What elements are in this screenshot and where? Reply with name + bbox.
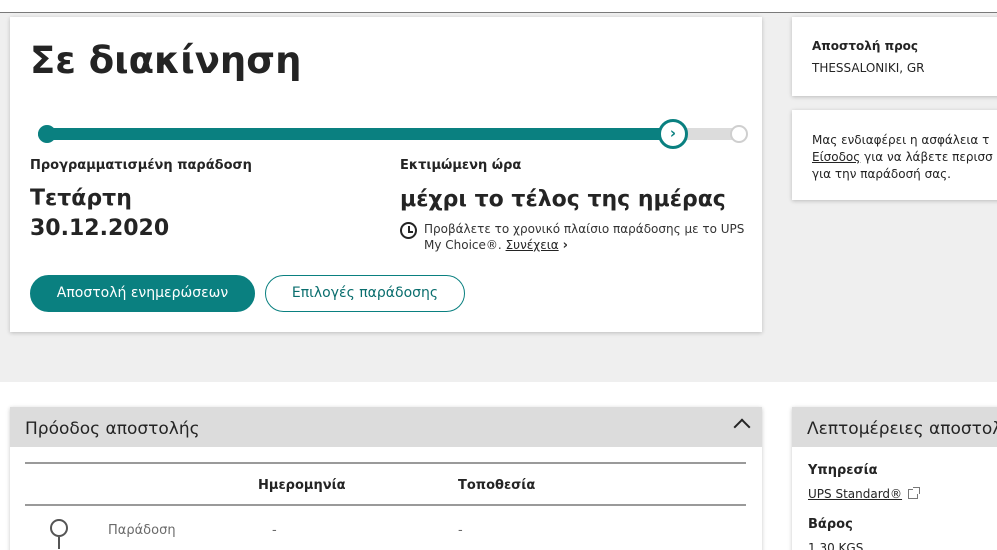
table-row-status: Παράδοση: [108, 523, 176, 538]
delivery-options-button[interactable]: Επιλογές παράδοσης: [265, 275, 465, 312]
progress-end-dot: [730, 125, 748, 143]
security-line-2-text: για να λάβετε περισσ: [860, 150, 993, 164]
progress-start-dot: [38, 125, 56, 143]
shipment-details-card: Λεπτομέρειες αποστολή Υπηρεσία UPS Stand…: [792, 407, 997, 550]
table-row-date: -: [272, 523, 277, 538]
shipment-details-title: Λεπτομέρειες αποστολή: [807, 419, 997, 439]
security-notice-card: Μας ενδιαφέρει η ασφάλεια τ Είσοδος για …: [792, 110, 997, 200]
security-line-3: για την παράδοσή σας.: [812, 167, 951, 181]
security-line-2: Είσοδος για να λάβετε περισσ: [812, 149, 993, 165]
table-header-rule: [25, 504, 746, 506]
scheduled-delivery-date: 30.12.2020: [30, 216, 170, 241]
shipment-progress-header[interactable]: Πρόοδος αποστολής: [10, 407, 762, 447]
shipment-status-card: Σε διακίνηση › Προγραμματισμένη παράδοση…: [10, 17, 762, 332]
weight-value: 1.30 KGS: [808, 541, 864, 550]
continue-link[interactable]: Συνέχεια: [506, 238, 559, 252]
my-choice-note: Προβάλετε το χρονικό πλαίσιο παράδοσης μ…: [424, 221, 754, 254]
timeline-stem: [58, 537, 60, 549]
chevron-up-icon[interactable]: [733, 418, 751, 436]
shipment-progress-title: Πρόοδος αποστολής: [25, 419, 200, 439]
ship-to-card: Αποστολή προς THESSALONIKI, GR: [792, 17, 997, 96]
scheduled-delivery-label: Προγραμματισμένη παράδοση: [30, 158, 252, 173]
location-pin-icon: [50, 519, 68, 537]
top-border: [0, 0, 997, 13]
ship-to-value: THESSALONIKI, GR: [812, 61, 925, 75]
status-title: Σε διακίνηση: [30, 39, 302, 82]
chevron-right-icon: ›: [562, 238, 569, 253]
shipment-details-header[interactable]: Λεπτομέρειες αποστολή: [792, 407, 997, 447]
estimated-time-value: μέχρι το τέλος της ημέρας: [400, 187, 726, 212]
scheduled-delivery-day: Τετάρτη: [30, 186, 132, 211]
service-label: Υπηρεσία: [808, 463, 878, 478]
shipment-progress-card: Πρόοδος αποστολής Ημερομηνία Τοποθεσία Π…: [10, 407, 762, 550]
chevron-right-icon: ›: [658, 119, 688, 149]
progress-track-fill: [38, 128, 673, 140]
service-link[interactable]: UPS Standard®: [808, 487, 902, 501]
login-link[interactable]: Είσοδος: [812, 150, 860, 164]
security-line-1: Μας ενδιαφέρει η ασφάλεια τ: [812, 133, 990, 147]
column-header-date: Ημερομηνία: [258, 478, 346, 493]
send-updates-button[interactable]: Αποστολή ενημερώσεων: [30, 275, 255, 312]
table-row-location: -: [458, 523, 463, 538]
column-header-location: Τοποθεσία: [458, 478, 536, 493]
my-choice-note-text: Προβάλετε το χρονικό πλαίσιο παράδοσης μ…: [424, 222, 745, 252]
weight-label: Βάρος: [808, 517, 853, 532]
service-value: UPS Standard®: [808, 486, 921, 502]
clock-icon: [400, 222, 417, 239]
estimated-time-label: Εκτιμώμενη ώρα: [400, 158, 522, 173]
external-link-icon: [908, 487, 921, 499]
ship-to-label: Αποστολή προς: [812, 39, 919, 53]
progress-track: ›: [38, 119, 748, 149]
table-top-rule: [25, 462, 746, 464]
